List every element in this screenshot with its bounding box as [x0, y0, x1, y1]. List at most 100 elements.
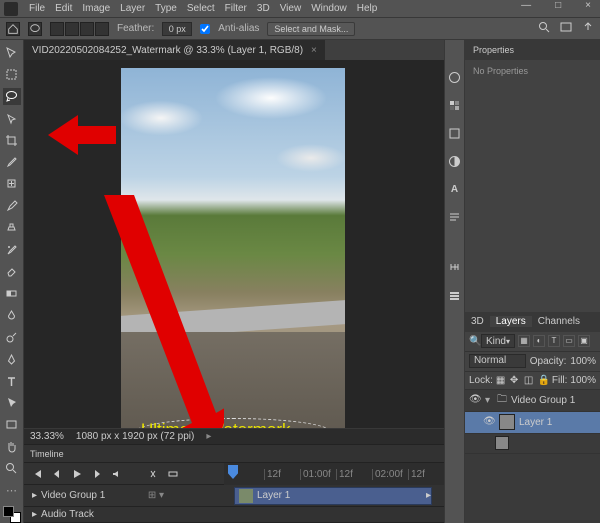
brush-settings-icon[interactable]: [445, 258, 463, 276]
marquee-tool[interactable]: [3, 66, 21, 83]
timeline-ruler[interactable]: 12f 01:00f 12f 02:00f 12f: [224, 463, 444, 485]
smart-object-thumbnail: [495, 436, 509, 450]
swatches-panel-icon[interactable]: [445, 96, 463, 114]
workspace-icon[interactable]: [560, 21, 572, 36]
close-tab-icon[interactable]: ×: [311, 45, 317, 56]
clone-stamp-tool[interactable]: [3, 219, 21, 236]
filter-shape-icon[interactable]: ▭: [563, 335, 575, 347]
layer-item[interactable]: 👁 Layer 1: [465, 412, 600, 434]
search-layers-icon[interactable]: 🔍: [469, 336, 478, 347]
fill-value[interactable]: 100%: [570, 375, 596, 386]
antialias-checkbox[interactable]: [200, 24, 210, 34]
history-brush-tool[interactable]: [3, 241, 21, 258]
menu-window[interactable]: Window: [306, 3, 352, 14]
canvas[interactable]: Ultimate Watermark: [24, 60, 444, 428]
blend-mode-dropdown[interactable]: Normal: [469, 354, 526, 368]
share-icon[interactable]: [582, 21, 594, 36]
gradient-tool[interactable]: [3, 285, 21, 302]
document-tab[interactable]: VID20220502084252_Watermark @ 33.3% (Lay…: [24, 40, 325, 60]
layer-group[interactable]: 👁 ▾ 🗀 Video Group 1: [465, 390, 600, 412]
type-tool[interactable]: [3, 373, 21, 390]
status-bar: 33.33% 1080 px x 1920 px (72 ppi) ▸: [24, 428, 444, 444]
paragraph-panel-icon[interactable]: [445, 208, 463, 226]
filter-smart-icon[interactable]: ▣: [578, 335, 590, 347]
menu-filter[interactable]: Filter: [220, 3, 252, 14]
lock-all-icon[interactable]: 🔒: [538, 375, 549, 386]
maximize-button[interactable]: □: [550, 0, 566, 11]
search-icon[interactable]: [538, 21, 550, 36]
next-frame-button[interactable]: [90, 467, 104, 481]
dodge-tool[interactable]: [3, 329, 21, 346]
menu-select[interactable]: Select: [182, 3, 220, 14]
expand-group-icon[interactable]: ▾: [485, 395, 493, 406]
menu-view[interactable]: View: [275, 3, 307, 14]
split-button[interactable]: [146, 467, 160, 481]
eyedropper-tool[interactable]: [3, 154, 21, 171]
play-button[interactable]: [70, 467, 84, 481]
timeline-tab[interactable]: Timeline: [24, 445, 444, 463]
tab-3d[interactable]: 3D: [465, 316, 490, 327]
pen-tool[interactable]: [3, 351, 21, 368]
mute-button[interactable]: [110, 467, 124, 481]
color-panel-icon[interactable]: [445, 68, 463, 86]
lock-position-icon[interactable]: ✥: [510, 375, 521, 386]
layer-item-smart[interactable]: [465, 434, 600, 454]
edit-toolbar[interactable]: ⋯: [3, 482, 21, 499]
playhead-icon[interactable]: [228, 465, 238, 479]
selection-subtract-icon[interactable]: [80, 22, 94, 36]
quick-selection-tool[interactable]: [3, 110, 21, 127]
menu-type[interactable]: Type: [150, 3, 182, 14]
zoom-tool[interactable]: [3, 460, 21, 477]
menu-file[interactable]: File: [24, 3, 50, 14]
filter-pixel-icon[interactable]: ▦: [518, 335, 530, 347]
brush-tool[interactable]: [3, 197, 21, 214]
expand-track-icon[interactable]: ▸: [32, 490, 37, 501]
selection-add-icon[interactable]: [65, 22, 79, 36]
home-icon[interactable]: [6, 22, 20, 36]
timeline-track-audio[interactable]: ▸ Audio Track: [24, 507, 224, 523]
tab-layers[interactable]: Layers: [490, 316, 532, 327]
properties-panel-header[interactable]: Properties: [465, 40, 600, 60]
zoom-level[interactable]: 33.33%: [30, 431, 64, 442]
lock-artboard-icon[interactable]: ◫: [524, 375, 535, 386]
selection-new-icon[interactable]: [50, 22, 64, 36]
minimize-button[interactable]: —: [516, 0, 536, 11]
filter-kind-dropdown[interactable]: Kind ▾: [481, 334, 515, 348]
history-panel-icon[interactable]: [445, 286, 463, 304]
color-swatches[interactable]: [3, 506, 21, 523]
eraser-tool[interactable]: [3, 263, 21, 280]
selection-intersect-icon[interactable]: [95, 22, 109, 36]
menu-edit[interactable]: Edit: [50, 3, 77, 14]
filter-adjustment-icon[interactable]: ◐: [533, 335, 545, 347]
feather-input[interactable]: [162, 22, 192, 36]
menu-help[interactable]: Help: [352, 3, 383, 14]
transition-button[interactable]: [166, 467, 180, 481]
menu-layer[interactable]: Layer: [115, 3, 150, 14]
blur-tool[interactable]: [3, 307, 21, 324]
go-to-first-frame-button[interactable]: [30, 467, 44, 481]
prev-frame-button[interactable]: [50, 467, 64, 481]
lasso-tool[interactable]: [3, 88, 21, 105]
path-selection-tool[interactable]: [3, 395, 21, 412]
adjustments-panel-icon[interactable]: [445, 152, 463, 170]
rectangle-tool[interactable]: [3, 416, 21, 433]
close-button[interactable]: ×: [580, 0, 596, 11]
character-panel-icon[interactable]: A: [445, 180, 463, 198]
select-and-mask-button[interactable]: Select and Mask...: [267, 22, 355, 36]
visibility-icon[interactable]: 👁: [483, 416, 495, 428]
lasso-tool-icon[interactable]: [28, 22, 42, 36]
menu-image[interactable]: Image: [77, 3, 115, 14]
visibility-icon[interactable]: 👁: [469, 394, 481, 406]
lock-pixels-icon[interactable]: ▦: [496, 375, 507, 386]
tab-channels[interactable]: Channels: [532, 316, 586, 327]
crop-tool[interactable]: [3, 132, 21, 149]
libraries-panel-icon[interactable]: [445, 124, 463, 142]
timeline-track-video[interactable]: ▸ Video Group 1 ⊞ ▾: [24, 485, 224, 507]
opacity-value[interactable]: 100%: [570, 356, 596, 367]
filter-type-icon[interactable]: T: [548, 335, 560, 347]
hand-tool[interactable]: [3, 438, 21, 455]
healing-brush-tool[interactable]: [3, 175, 21, 192]
menu-3d[interactable]: 3D: [252, 3, 275, 14]
timeline-clip[interactable]: Layer 1 ▸: [234, 487, 432, 505]
move-tool[interactable]: [3, 44, 21, 61]
